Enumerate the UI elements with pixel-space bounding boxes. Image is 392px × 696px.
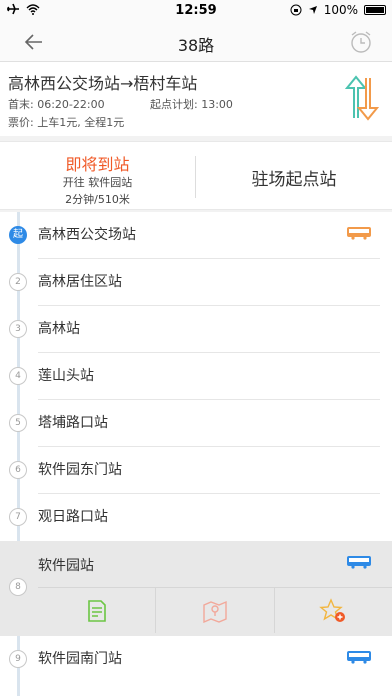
route-name: 高林西公交场站→梧村车站 (8, 74, 198, 93)
favorite-stop-button[interactable] (273, 588, 392, 633)
stop-number: 8 (9, 578, 27, 596)
swap-direction-icon[interactable] (342, 74, 382, 122)
stop-name: 软件园南门站 (38, 651, 122, 667)
location-icon (308, 6, 317, 14)
stop-name: 莲山头站 (38, 368, 94, 384)
list-item[interactable]: 3 高林站 (0, 306, 392, 353)
list-item[interactable]: 5 塔埔路口站 (0, 400, 392, 447)
list-item[interactable]: 7 观日路口站 (0, 494, 392, 541)
parked-at-start-label[interactable]: 驻场起点站 (196, 165, 392, 190)
stop-number: 6 (9, 461, 27, 479)
stop-name: 观日路口站 (38, 509, 108, 525)
nav-bar: 38路 (0, 22, 392, 62)
list-item[interactable]: 9 软件园南门站 (0, 636, 392, 683)
fare-info: 票价: 上车1元, 全程1元 (8, 116, 125, 129)
list-item[interactable]: 2 高林居住区站 (0, 259, 392, 306)
stop-number: 9 (9, 650, 27, 668)
arriving-bus-info[interactable]: 即将到站 开往 软件园站 2分钟/510米 (0, 142, 195, 211)
stop-actions (38, 587, 392, 633)
stop-number: 4 (9, 367, 27, 385)
next-stop-label: 开往 软件园站 (62, 176, 133, 189)
alarm-clock-icon[interactable] (348, 29, 374, 55)
battery-percent: 100% (323, 3, 358, 17)
stop-name: 高林西公交场站 (38, 227, 136, 243)
stop-number: 3 (9, 320, 27, 338)
stop-number: 5 (9, 414, 27, 432)
first-last-time: 首末: 06:20-22:00 (8, 98, 105, 111)
selected-stop[interactable]: 软件园站 8 (0, 541, 392, 636)
star-add-icon (319, 597, 346, 622)
stop-name: 高林居住区站 (38, 274, 122, 290)
stop-name: 软件园站 (38, 558, 94, 574)
map-pin-icon (203, 600, 227, 623)
status-right: 100% (290, 3, 386, 17)
document-icon (87, 599, 106, 622)
arriving-label: 即将到站 (65, 155, 130, 174)
eta-label: 2分钟/510米 (65, 193, 130, 206)
stop-number: 起 (9, 226, 27, 244)
stop-number: 2 (9, 273, 27, 291)
arrival-panel: 即将到站 开往 软件园站 2分钟/510米 驻场起点站 (0, 141, 392, 210)
bus-icon (347, 227, 371, 240)
list-item[interactable]: 起 高林西公交场站 (0, 212, 392, 259)
list-item[interactable]: 6 软件园东门站 (0, 447, 392, 494)
stop-name: 高林站 (38, 321, 80, 337)
route-info: 高林西公交场站→梧村车站 首末: 06:20-22:00 起点计划: 13:00… (0, 62, 392, 136)
bus-icon (347, 651, 371, 664)
stop-name: 软件园东门站 (38, 462, 122, 478)
orientation-lock-icon (290, 4, 302, 16)
page-title: 38路 (177, 36, 215, 55)
list-item[interactable]: 4 莲山头站 (0, 353, 392, 400)
battery-icon (364, 5, 386, 15)
stop-detail-button[interactable] (38, 588, 155, 633)
status-bar: 12:59 100% (0, 0, 392, 22)
bus-icon (347, 556, 371, 569)
start-plan-time: 起点计划: 13:00 (150, 98, 233, 111)
stop-name: 塔埔路口站 (38, 415, 108, 431)
stop-list: 起 高林西公交场站 2 高林居住区站 3 高林站 4 莲山头站 5 塔埔路口站 … (0, 212, 392, 696)
stop-number: 7 (9, 508, 27, 526)
stop-map-button[interactable] (155, 588, 273, 633)
